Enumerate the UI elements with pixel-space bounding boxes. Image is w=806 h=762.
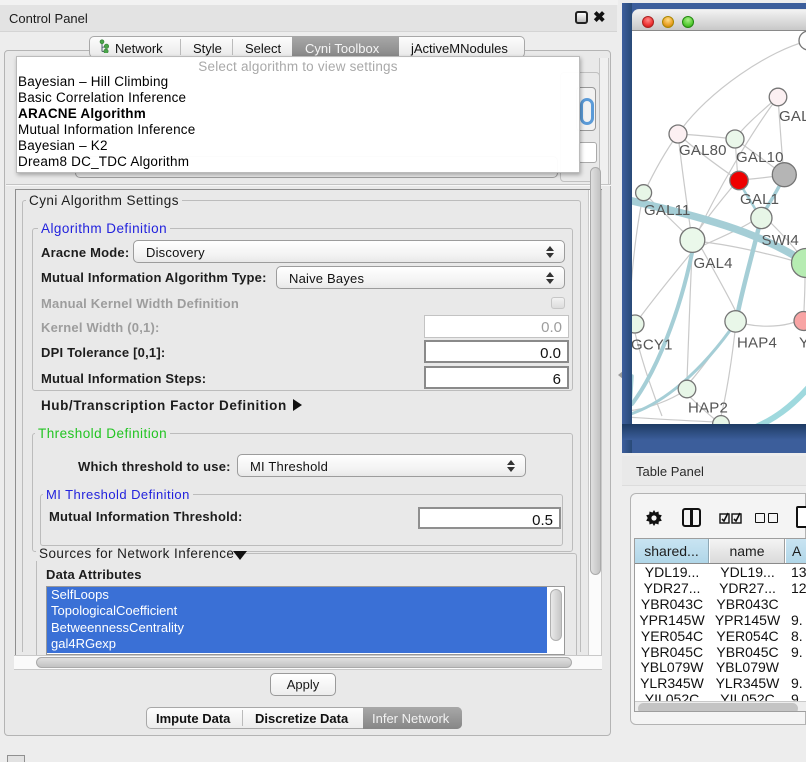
svg-text:GAL4: GAL4 xyxy=(694,255,733,272)
svg-text:GCY1: GCY1 xyxy=(632,337,673,354)
svg-text:Y: Y xyxy=(799,335,806,352)
svg-text:HAP2: HAP2 xyxy=(688,400,728,417)
svg-text:GAL80: GAL80 xyxy=(679,142,727,159)
svg-text:GAL10: GAL10 xyxy=(736,149,784,166)
svg-text:HAP4: HAP4 xyxy=(737,335,777,352)
svg-text:SWI4: SWI4 xyxy=(762,232,799,249)
svg-text:GAL1: GAL1 xyxy=(740,191,779,208)
svg-text:GAL11: GAL11 xyxy=(644,202,691,219)
svg-text:GAL7: GAL7 xyxy=(779,108,806,125)
